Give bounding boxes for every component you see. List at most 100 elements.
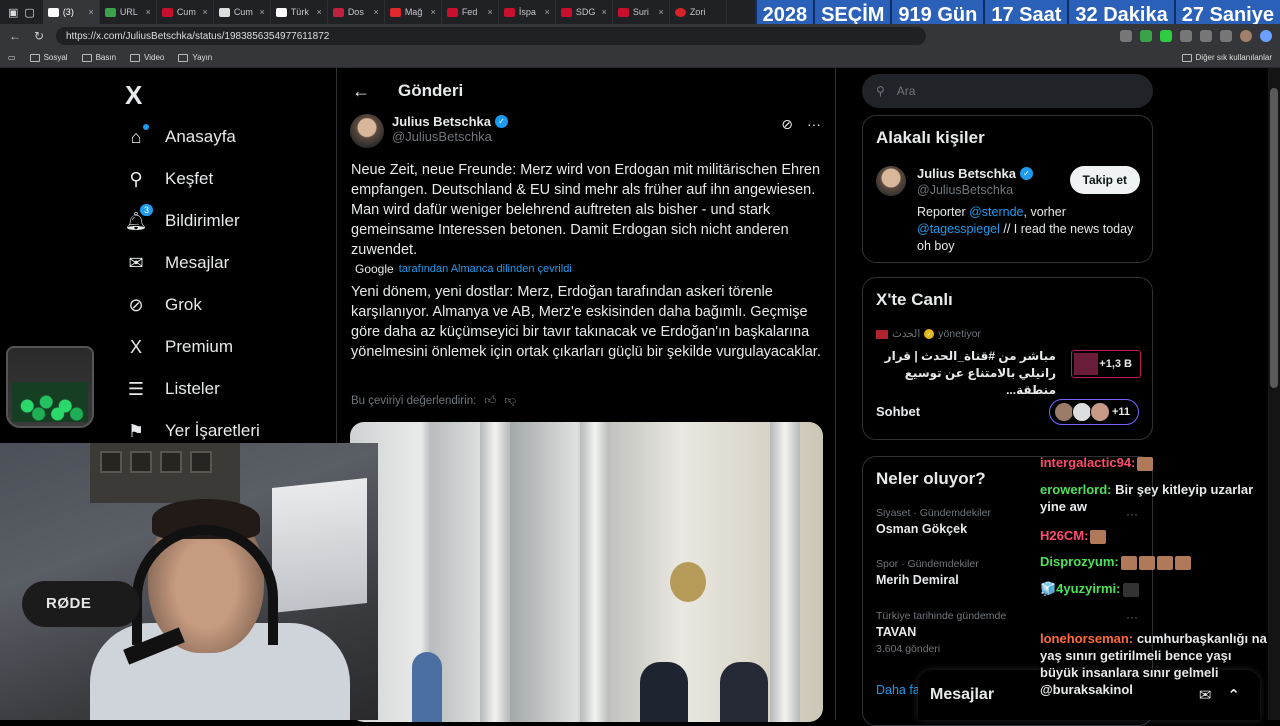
author-name-row: Julius Betschka ✓ bbox=[392, 114, 508, 129]
tab-favicon-icon bbox=[560, 7, 572, 17]
close-tab-icon[interactable]: × bbox=[317, 7, 322, 17]
extension-icon[interactable] bbox=[1200, 30, 1212, 42]
trend-item[interactable]: Türkiye tarihinde gündemde TAVAN 3.604 gön… bbox=[876, 610, 1006, 655]
thumbs-up-icon[interactable]: 👍︎ bbox=[484, 394, 496, 408]
tab-actions-icon[interactable]: ▣ bbox=[8, 6, 18, 19]
search-icon: ⚲ bbox=[125, 168, 147, 190]
back-arrow-icon[interactable]: ← bbox=[352, 81, 370, 102]
search-glyph: ⚲ bbox=[129, 168, 143, 189]
extension-icon[interactable] bbox=[1120, 30, 1132, 42]
close-tab-icon[interactable]: × bbox=[146, 7, 151, 17]
sidebar-item-label: Mesajlar bbox=[165, 253, 230, 272]
extension-icon[interactable] bbox=[1220, 30, 1232, 42]
tab-list-icon[interactable]: ▢ bbox=[24, 6, 34, 19]
close-tab-icon[interactable]: × bbox=[374, 7, 379, 17]
show-more-link[interactable]: Daha fa bbox=[876, 683, 920, 697]
reload-icon[interactable]: ↻ bbox=[32, 29, 46, 43]
sidebar-item-explore[interactable]: ⚲ Keşfet bbox=[125, 168, 213, 190]
bookmark-folder[interactable]: Sosyal bbox=[29, 53, 68, 62]
avatar[interactable] bbox=[876, 166, 906, 196]
tab-title: Türk bbox=[290, 7, 309, 17]
scrollbar-thumb[interactable] bbox=[1270, 88, 1278, 388]
right-sidebar: ⚲ Ara Alakalı kişiler Julius Betschka ✓ @… bbox=[837, 68, 1280, 726]
chat-message: intergalactic94: bbox=[1040, 454, 1270, 471]
tab-title: Fed bbox=[461, 7, 478, 17]
extension-icon[interactable] bbox=[1180, 30, 1192, 42]
close-tab-icon[interactable]: × bbox=[488, 7, 493, 17]
browser-tab[interactable]: İspa × bbox=[499, 0, 556, 24]
browser-tab[interactable]: Dos × bbox=[328, 0, 385, 24]
profile-avatar-icon[interactable] bbox=[1240, 30, 1252, 42]
close-tab-icon[interactable]: × bbox=[545, 7, 550, 17]
browser-tab[interactable]: Türk × bbox=[271, 0, 328, 24]
browser-tab[interactable]: Suri × bbox=[613, 0, 670, 24]
browser-tab[interactable]: Mağ × bbox=[385, 0, 442, 24]
live-title[interactable]: مباشر من #قناة_الحدث | قرار رانيلي بالام… bbox=[876, 348, 1056, 399]
translation-label[interactable]: tarafından Almanca dilinden çevrildi bbox=[399, 263, 572, 275]
close-tab-icon[interactable]: × bbox=[89, 7, 94, 17]
browser-tab[interactable]: URL × bbox=[100, 0, 157, 24]
browser-tab[interactable]: Fed × bbox=[442, 0, 499, 24]
sidebar-item-notifications[interactable]: 🔔︎ 3 Bildirimler bbox=[125, 204, 240, 232]
close-tab-icon[interactable]: × bbox=[260, 7, 265, 17]
notification-badge: 3 bbox=[139, 204, 153, 216]
url-field[interactable]: https://x.com/JuliusBetschka/status/1983… bbox=[56, 27, 926, 45]
sidebar-item-home[interactable]: ⌂ Anasayfa bbox=[125, 124, 236, 148]
live-host[interactable]: الحدث ✓ yönetiyor bbox=[876, 328, 981, 340]
avatar bbox=[1090, 402, 1110, 422]
person-name-row: Julius Betschka ✓ bbox=[917, 166, 1033, 181]
post-author[interactable]: Julius Betschka ✓ @JuliusBetschka bbox=[350, 114, 508, 148]
copilot-icon[interactable] bbox=[1260, 30, 1272, 42]
person-info[interactable]: Julius Betschka ✓ @JuliusBetschka bbox=[917, 166, 1033, 197]
grok-icon[interactable]: ⊘ bbox=[781, 116, 793, 133]
chat-count: +11 bbox=[1111, 406, 1130, 418]
browser-tab[interactable]: Zori bbox=[670, 0, 727, 24]
url-text: https://x.com/JuliusBetschka/status/1983… bbox=[66, 30, 330, 42]
close-tab-icon[interactable]: × bbox=[659, 7, 664, 17]
more-options-icon[interactable]: ··· bbox=[807, 116, 821, 133]
tab-title: SDG bbox=[575, 7, 596, 17]
sidebar-item-messages[interactable]: ✉ Mesajlar bbox=[125, 252, 229, 274]
thumbs-down-icon[interactable]: 👎︎ bbox=[504, 394, 516, 408]
sidebar-item-premium[interactable]: X Premium bbox=[125, 336, 233, 358]
chat-participants-pill[interactable]: +11 bbox=[1049, 399, 1139, 425]
bookmark-apps-icon[interactable]: ▭ bbox=[8, 53, 16, 62]
author-handle[interactable]: @JuliusBetschka bbox=[392, 129, 508, 144]
rate-translation: Bu çeviriyi değerlendirin: 👍︎ 👎︎ bbox=[351, 394, 516, 408]
sidebar-item-lists[interactable]: ☰ Listeler bbox=[125, 378, 220, 400]
live-listeners-pill[interactable]: +1,3 B bbox=[1071, 350, 1141, 378]
tab-favicon-icon bbox=[389, 7, 401, 17]
browser-tab[interactable]: Cum × bbox=[157, 0, 214, 24]
search-input[interactable]: ⚲ Ara bbox=[862, 74, 1153, 108]
bookmark-folder[interactable]: Basın bbox=[81, 53, 117, 62]
more-options-icon[interactable]: ··· bbox=[1126, 610, 1138, 624]
trend-item[interactable]: Spor · Gündemdekiler Merih Demiral bbox=[876, 558, 979, 587]
author-name[interactable]: Julius Betschka bbox=[392, 114, 491, 129]
bookmark-folder[interactable]: Video bbox=[130, 53, 164, 62]
bookmark-label: Basın bbox=[95, 53, 117, 62]
trend-item[interactable]: Siyaset · Gündemdekiler Osman Gökçek bbox=[876, 507, 991, 536]
trend-name: TAVAN bbox=[876, 625, 917, 639]
sidebar-item-grok[interactable]: ⊘ Grok bbox=[125, 294, 201, 316]
browser-tab[interactable]: SDG × bbox=[556, 0, 613, 24]
x-logo-icon[interactable]: X bbox=[125, 80, 142, 111]
post-image[interactable] bbox=[350, 422, 823, 722]
close-tab-icon[interactable]: × bbox=[602, 7, 607, 17]
other-bookmarks[interactable]: Diğer sık kullanılanlar bbox=[1181, 53, 1272, 62]
bio-link[interactable]: @sternde bbox=[969, 205, 1023, 219]
sidebar-item-bookmarks[interactable]: ⚑ Yer İşaretleri bbox=[125, 420, 260, 442]
back-icon[interactable]: ← bbox=[8, 29, 22, 43]
microphone: RØDE bbox=[22, 581, 140, 627]
close-tab-icon[interactable]: × bbox=[203, 7, 208, 17]
green-balls bbox=[12, 382, 88, 422]
extension-icon[interactable] bbox=[1160, 30, 1172, 42]
bookmark-folder[interactable]: Yayın bbox=[178, 53, 212, 62]
scrollbar[interactable] bbox=[1268, 68, 1280, 720]
browser-tab[interactable]: Cum × bbox=[214, 0, 271, 24]
browser-tab[interactable]: (3) × bbox=[42, 0, 100, 24]
follow-button[interactable]: Takip et bbox=[1069, 166, 1140, 194]
avatar[interactable] bbox=[350, 114, 384, 148]
close-tab-icon[interactable]: × bbox=[431, 7, 436, 17]
bio-link[interactable]: @tagesspiegel bbox=[917, 222, 1000, 236]
extension-icon[interactable] bbox=[1140, 30, 1152, 42]
